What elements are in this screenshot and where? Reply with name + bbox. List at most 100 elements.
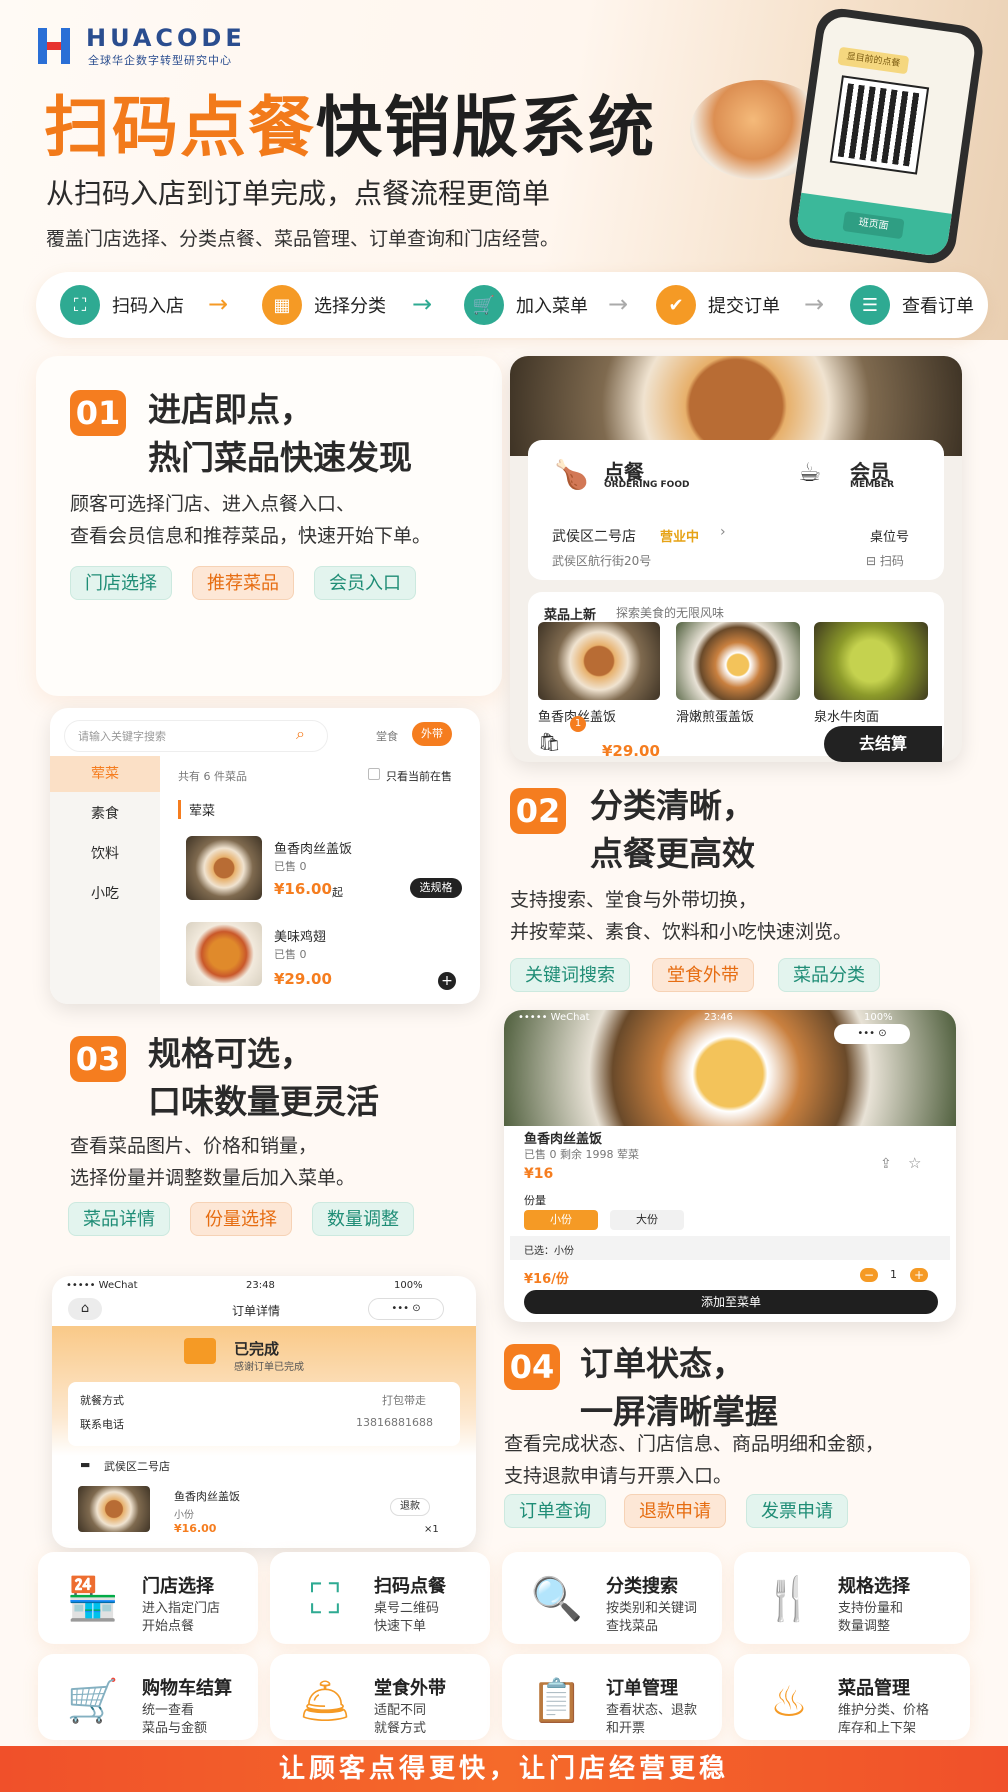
- cart-badge: 1: [570, 716, 586, 732]
- arrow-icon: →: [608, 290, 629, 318]
- dish-image[interactable]: [186, 836, 262, 900]
- scan-icon: ⛶: [60, 285, 100, 325]
- screenshot-dish-detail: ••••• WeChat 23:46 100% ••• ⊙ 鱼香肉丝盖饭 已售 …: [504, 1010, 956, 1322]
- arrow-icon: →: [412, 290, 433, 318]
- search-icon: 🔍: [530, 1574, 584, 1623]
- feature-tile: 📋 订单管理 查看状态、退款 和开票: [502, 1654, 722, 1740]
- tab-takeout[interactable]: 外带: [412, 722, 452, 746]
- tag: 退款申请: [624, 1494, 726, 1528]
- dish-image[interactable]: [676, 622, 800, 700]
- capsule-menu[interactable]: ••• ⊙: [368, 1298, 444, 1320]
- add-to-menu-button[interactable]: 添加至菜单: [524, 1290, 938, 1314]
- brand-name: HUACODE: [86, 24, 246, 52]
- category-item[interactable]: 素食: [50, 796, 160, 832]
- page-title: 订单详情: [232, 1304, 281, 1318]
- screenshot-home: 🍗 点餐 ORDERING FOOD ☕ 会员 MEMBER 武侯区二号店 营业…: [510, 356, 962, 762]
- cart-icon: 🛒: [66, 1676, 120, 1725]
- scan-button[interactable]: ⊟ 扫码: [866, 552, 904, 569]
- decrease-button[interactable]: −: [860, 1268, 878, 1282]
- checkout-button[interactable]: 去结算: [824, 726, 942, 762]
- chevron-right-icon: ›: [720, 524, 726, 540]
- dish-image[interactable]: [538, 622, 660, 700]
- tag: 推荐菜品: [192, 566, 294, 600]
- feature-tile: ⛶ 扫码点餐 桌号二维码 快速下单: [270, 1552, 490, 1644]
- clipboard-icon: 📋: [530, 1676, 584, 1725]
- store-icon: ▬: [80, 1458, 91, 1471]
- cart-icon[interactable]: 🛍: [538, 732, 561, 753]
- screenshot-order-detail: ••••• WeChat 23:48 100% ⌂ 订单详情 ••• ⊙ 已完成…: [52, 1276, 476, 1548]
- quantity-value: 1: [890, 1268, 897, 1281]
- clipboard-icon: [184, 1338, 216, 1364]
- scan-icon: ⊟: [866, 554, 877, 568]
- phone-mockup: 显目前的点餐 班页面: [786, 5, 986, 267]
- step-add: 🛒 加入菜单: [464, 272, 588, 338]
- feature-desc: 顾客可选择门店、进入点餐入口、 查看会员信息和推荐菜品，快速开始下单。: [70, 493, 432, 547]
- order-status: 已完成: [234, 1340, 280, 1358]
- step-submit: ✔ 提交订单: [656, 272, 780, 338]
- dish-image[interactable]: [186, 922, 262, 986]
- arrow-icon: →: [208, 290, 229, 318]
- feature-desc: 查看完成状态、门店信息、商品明细和金额， 支持退款申请与开票入口。: [504, 1433, 885, 1487]
- feature-number: 02: [510, 788, 566, 834]
- tag: 堂食外带: [652, 958, 754, 992]
- feature-tile: 🛎 堂食外带 适配不同 就餐方式: [270, 1654, 490, 1740]
- cloche-icon: 🛎: [298, 1676, 352, 1725]
- home-icon[interactable]: ⌂: [68, 1298, 102, 1320]
- portion-option-large[interactable]: 大份: [610, 1210, 684, 1230]
- tag: 发票申请: [746, 1494, 848, 1528]
- feature-number: 04: [504, 1344, 560, 1390]
- store-icon: 🏪: [66, 1574, 120, 1623]
- add-icon[interactable]: +: [438, 972, 456, 990]
- tag: 份量选择: [190, 1202, 292, 1236]
- portion-option-small[interactable]: 小份: [524, 1210, 598, 1230]
- checkbox[interactable]: [368, 768, 380, 780]
- feature-tile: 🔍 分类搜索 按类别和关键词 查找菜品: [502, 1552, 722, 1644]
- store-name[interactable]: 武侯区二号店: [552, 526, 636, 546]
- footer-banner: 让顾客点得更快，让门店经营更稳: [0, 1746, 1008, 1792]
- cart-icon: 🛒: [464, 285, 504, 325]
- search-input[interactable]: 请输入关键字搜索: [78, 728, 166, 744]
- share-icon[interactable]: ⇪: [880, 1156, 892, 1172]
- drumstick-icon: 🍗: [554, 458, 589, 491]
- arrow-icon: →: [804, 290, 825, 318]
- tag: 数量调整: [312, 1202, 414, 1236]
- cart-total: ¥29.00: [602, 742, 660, 760]
- flow-steps-bar: ⛶ 扫码入店 → ▦ 选择分类 → 🛒 加入菜单 → ✔ 提交订单 → ☰ 查看订单: [36, 272, 988, 338]
- feature-tile: 🛒 购物车结算 统一查看 菜品与金额: [38, 1654, 258, 1740]
- qr-code-icon: [829, 75, 930, 175]
- hero-subtitle: 从扫码入店到订单完成，点餐流程更简单: [46, 177, 551, 210]
- category-item[interactable]: 荤菜: [50, 756, 160, 792]
- category-item[interactable]: 饮料: [50, 836, 160, 872]
- tag: 订单查询: [504, 1494, 606, 1528]
- bowl-icon: ♨: [770, 1676, 808, 1726]
- feature-title: 进店即点， 热门菜品快速发现: [148, 390, 412, 477]
- feature-title: 分类清晰， 点餐更高效: [590, 786, 755, 873]
- dish-image[interactable]: [814, 622, 928, 700]
- tab-dine-in[interactable]: 堂食: [376, 728, 398, 744]
- step-category: ▦ 选择分类: [262, 272, 386, 338]
- feature-desc: 支持搜索、堂食与外带切换， 并按荤菜、素食、饮料和小吃快速浏览。: [510, 889, 853, 943]
- select-spec-button[interactable]: 选规格: [410, 878, 462, 898]
- feature-number: 01: [70, 390, 126, 436]
- tag: 关键词搜索: [510, 958, 630, 992]
- capsule-menu[interactable]: ••• ⊙: [834, 1024, 910, 1044]
- page-title: 扫码点餐快销版系统: [44, 89, 656, 166]
- feature-desc: 查看菜品图片、价格和销量， 选择份量并调整数量后加入菜单。: [70, 1135, 356, 1189]
- refund-button[interactable]: 退款: [390, 1498, 430, 1516]
- tag: 菜品详情: [68, 1202, 170, 1236]
- feature-tile: ♨ 菜品管理 维护分类、价格 库存和上下架: [734, 1654, 970, 1740]
- star-icon[interactable]: ☆: [908, 1154, 921, 1172]
- increase-button[interactable]: +: [910, 1268, 928, 1282]
- dish-image: [78, 1486, 150, 1532]
- utensils-icon: 🍴: [762, 1574, 816, 1623]
- tag: 门店选择: [70, 566, 172, 600]
- step-view: ☰ 查看订单: [850, 272, 974, 338]
- phone-qr-header: 显目前的点餐: [837, 46, 910, 75]
- feature-title: 订单状态， 一屏清晰掌握: [580, 1344, 778, 1431]
- logo-icon: [38, 28, 70, 64]
- category-item[interactable]: 小吃: [50, 876, 160, 912]
- screenshot-menu: 请输入关键字搜索 ⌕ 堂食 外带 荤菜 素食 饮料 小吃 共有 6 件菜品 只看…: [50, 708, 480, 1004]
- tag: 会员入口: [314, 566, 416, 600]
- search-icon[interactable]: ⌕: [296, 724, 305, 744]
- scan-icon: ⛶: [310, 1574, 340, 1623]
